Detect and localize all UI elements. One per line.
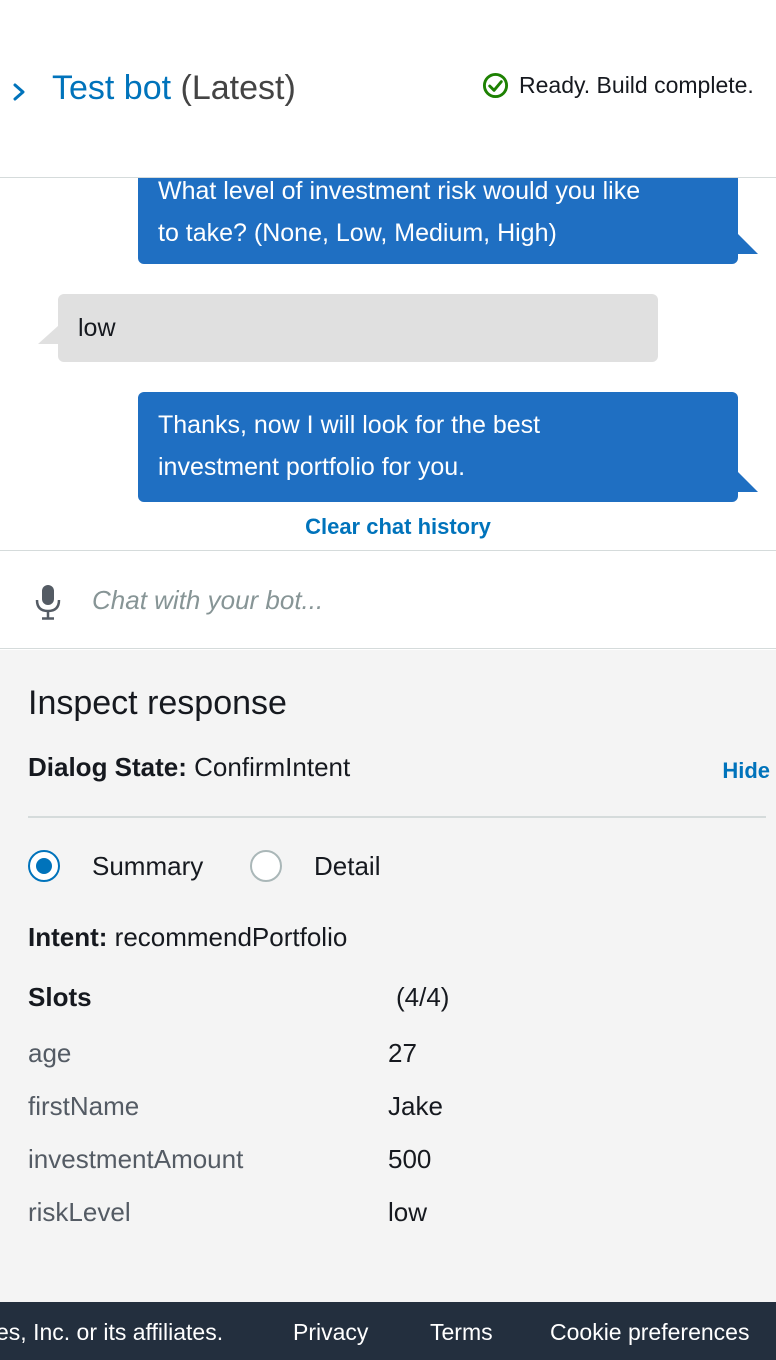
message-text: investment portfolio for you. xyxy=(158,453,466,481)
message-text: Thanks, now I will look for the best xyxy=(158,411,541,439)
user-message: low xyxy=(58,294,658,362)
slot-name: firstName xyxy=(28,1091,140,1121)
chevron-right-icon[interactable] xyxy=(10,76,30,106)
message-text: What level of investment risk would you … xyxy=(158,178,641,205)
cookie-preferences-link[interactable]: Cookie preferences xyxy=(550,1319,749,1346)
test-bot-link[interactable]: Test bot xyxy=(52,69,171,107)
chat-input[interactable] xyxy=(92,577,742,623)
slots-count: (4/4) xyxy=(396,982,450,1012)
detail-radio-option[interactable]: Detail xyxy=(250,850,380,882)
chat-transcript[interactable]: What level of investment risk would you … xyxy=(0,178,776,550)
copyright-text: es, Inc. or its affiliates. xyxy=(0,1319,224,1345)
dialog-state-label: Dialog State: xyxy=(28,752,187,782)
terms-link[interactable]: Terms xyxy=(430,1319,493,1346)
inspect-response-title: Inspect response xyxy=(28,684,287,722)
dialog-state-value: ConfirmIntent xyxy=(194,752,351,782)
intent-label: Intent: xyxy=(28,922,108,952)
dialog-state: Dialog State: ConfirmIntent xyxy=(28,752,350,783)
slot-value: Jake xyxy=(388,1091,443,1121)
slot-value: 500 xyxy=(388,1144,432,1174)
page-footer: es, Inc. or its affiliates. Privacy Term… xyxy=(0,1302,776,1360)
status-text: Ready. Build complete. xyxy=(519,72,754,98)
summary-radio-option[interactable]: Summary xyxy=(28,850,203,882)
message-text: low xyxy=(78,314,116,342)
slot-value: low xyxy=(388,1197,428,1227)
slots-heading: Slots xyxy=(28,982,92,1012)
bubble-tail xyxy=(738,234,758,254)
test-bot-header: Test bot (Latest) Ready. Build complete. xyxy=(0,0,776,178)
bot-message: What level of investment risk would you … xyxy=(138,178,738,264)
bot-message: Thanks, now I will look for the best inv… xyxy=(138,392,738,502)
microphone-icon[interactable] xyxy=(34,583,62,621)
summary-radio[interactable] xyxy=(28,850,60,882)
bubble-tail xyxy=(738,472,758,492)
slot-name: riskLevel xyxy=(28,1197,131,1227)
divider xyxy=(28,816,766,818)
message-text: to take? (None, Low, Medium, High) xyxy=(158,219,557,247)
slot-value: 27 xyxy=(388,1038,417,1068)
bubble-tail xyxy=(38,326,58,344)
detail-radio[interactable] xyxy=(250,850,282,882)
slot-name: age xyxy=(28,1038,72,1068)
inspect-response-panel: Inspect response Dialog State: ConfirmIn… xyxy=(0,650,776,1302)
clear-chat-history-link[interactable]: Clear chat history xyxy=(0,514,776,540)
intent-value: recommendPortfolio xyxy=(114,922,348,952)
slot-name: investmentAmount xyxy=(28,1144,244,1174)
build-status: Ready. Build complete. xyxy=(482,72,754,99)
detail-label: Detail xyxy=(314,850,381,881)
page-title: Test bot (Latest) xyxy=(52,68,296,108)
bot-version-label: (Latest) xyxy=(180,69,296,107)
privacy-link[interactable]: Privacy xyxy=(293,1319,368,1346)
summary-label: Summary xyxy=(92,850,204,881)
hide-link[interactable]: Hide xyxy=(722,758,770,784)
intent-line: Intent: recommendPortfolio xyxy=(28,922,347,953)
chat-input-row xyxy=(0,550,776,649)
check-circle-icon xyxy=(482,72,509,99)
